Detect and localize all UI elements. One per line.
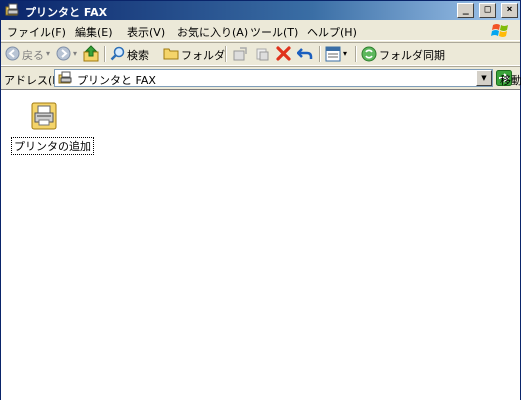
folder-sync-icon[interactable] xyxy=(361,46,377,62)
back-dropdown-icon[interactable]: ▾ xyxy=(46,49,50,58)
windows-logo-icon xyxy=(491,24,508,37)
toolbar: 戻る ▾ ▾ 検索 フォルダ ▾ フォルダ同期 xyxy=(1,42,520,66)
close-button[interactable]: × xyxy=(501,3,518,18)
folders-button[interactable]: フォルダ xyxy=(181,47,225,63)
menu-favorites[interactable]: お気に入り(A) xyxy=(177,24,248,40)
undo-icon[interactable] xyxy=(297,46,313,61)
forward-arrow-icon[interactable] xyxy=(56,46,71,61)
menu-bar: ファイル(F) 編集(E) 表示(V) お気に入り(A) ツール(T) ヘルプ(… xyxy=(1,21,520,41)
search-icon[interactable] xyxy=(110,46,125,61)
address-bar: アドレス(D) プリンタと FAX ▼ 移動 xyxy=(1,66,521,90)
back-button[interactable]: 戻る xyxy=(22,47,44,63)
title-bar[interactable]: プリンタと FAX _ □ × xyxy=(1,1,520,20)
list-item-label: プリンタの追加 xyxy=(11,137,94,155)
printer-folder-icon xyxy=(58,71,72,84)
folders-icon[interactable] xyxy=(163,47,179,60)
menu-view[interactable]: 表示(V) xyxy=(127,24,165,40)
delete-icon[interactable] xyxy=(276,46,291,61)
menu-help[interactable]: ヘルプ(H) xyxy=(307,24,357,40)
minimize-button[interactable]: _ xyxy=(457,3,475,18)
menu-edit[interactable]: 編集(E) xyxy=(75,24,113,40)
address-dropdown-button[interactable]: ▼ xyxy=(476,70,492,86)
address-value: プリンタと FAX xyxy=(77,74,156,87)
menu-tools[interactable]: ツール(T) xyxy=(250,24,298,40)
views-dropdown-icon[interactable]: ▾ xyxy=(343,49,347,58)
move-to-icon[interactable] xyxy=(232,46,248,62)
toolbar-separator xyxy=(104,46,106,62)
printer-add-icon xyxy=(31,102,57,130)
maximize-button[interactable]: □ xyxy=(479,3,497,18)
folder-sync-button[interactable]: フォルダ同期 xyxy=(379,47,445,63)
forward-dropdown-icon[interactable]: ▾ xyxy=(73,49,77,58)
search-button[interactable]: 検索 xyxy=(127,47,149,63)
toolbar-separator xyxy=(225,46,227,62)
views-icon[interactable] xyxy=(325,46,341,62)
file-view[interactable]: プリンタの追加 xyxy=(1,89,520,400)
address-input[interactable]: プリンタと FAX ▼ xyxy=(54,69,493,87)
go-button[interactable]: 移動 xyxy=(500,72,521,88)
printer-folder-icon xyxy=(5,3,19,16)
up-folder-icon[interactable] xyxy=(83,45,99,62)
window-title: プリンタと FAX xyxy=(25,6,108,19)
toolbar-separator xyxy=(319,46,321,62)
window-controls: _ □ × xyxy=(456,3,518,18)
toolbar-separator xyxy=(355,46,357,62)
menu-file[interactable]: ファイル(F) xyxy=(7,24,66,40)
list-item[interactable]: プリンタの追加 xyxy=(7,98,94,156)
copy-to-icon[interactable] xyxy=(254,46,270,62)
explorer-window: プリンタと FAX _ □ × ファイル(F) 編集(E) 表示(V) お気に入… xyxy=(0,0,521,400)
back-arrow-icon[interactable] xyxy=(5,46,20,61)
